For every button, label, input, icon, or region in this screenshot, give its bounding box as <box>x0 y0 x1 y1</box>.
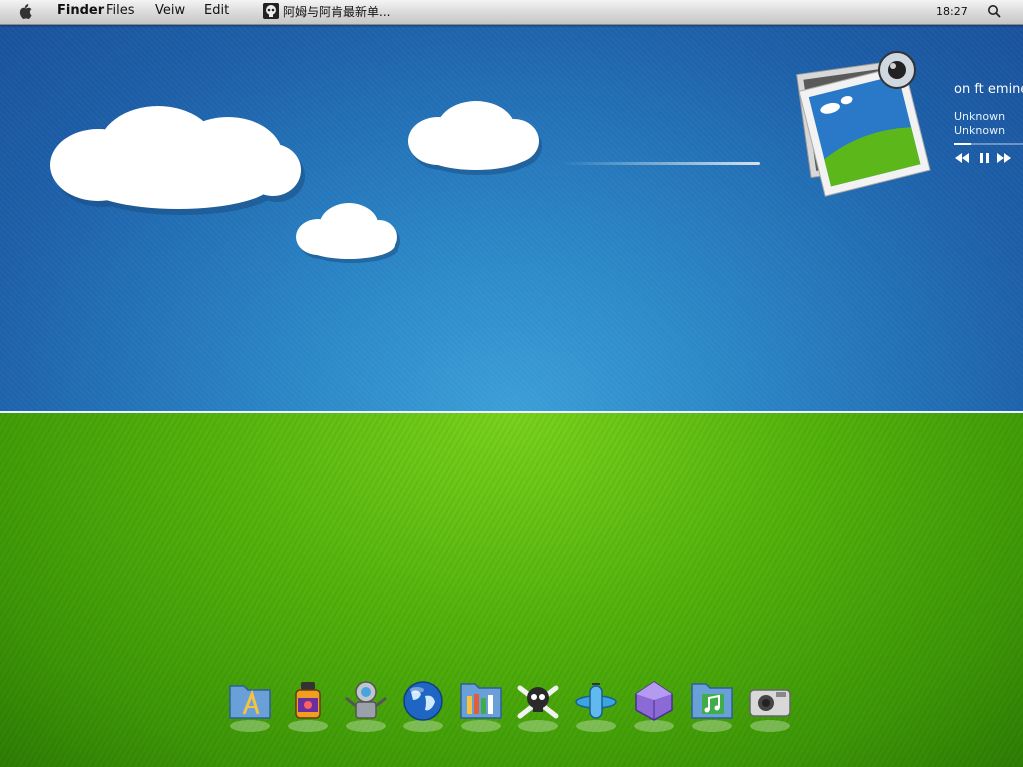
menu-view[interactable]: Veiw <box>155 3 185 19</box>
library-folder-icon[interactable] <box>457 680 507 734</box>
previous-icon[interactable] <box>954 152 970 164</box>
menubar-clock[interactable]: 18:27 <box>936 5 968 18</box>
now-playing-title[interactable]: 阿姆与阿肯最新单... <box>283 3 390 20</box>
desktop-grass <box>0 413 1023 767</box>
plane-trail <box>560 162 760 165</box>
track-progress-fill <box>954 143 972 145</box>
track-progress-bar[interactable] <box>954 143 1023 145</box>
cloud-small <box>296 203 400 263</box>
globe-icon[interactable] <box>399 680 449 734</box>
search-icon[interactable] <box>987 4 1001 18</box>
menu-finder[interactable]: Finder <box>57 3 104 19</box>
album-art-icon[interactable] <box>792 48 932 198</box>
track-artist: Unknown <box>954 110 1006 123</box>
cloud-medium <box>408 101 542 175</box>
camera-icon[interactable] <box>746 680 796 734</box>
menu-files[interactable]: Files <box>106 3 135 19</box>
menu-edit[interactable]: Edit <box>204 3 229 19</box>
robot-icon[interactable] <box>342 680 392 734</box>
next-icon[interactable] <box>996 152 1012 164</box>
applications-folder-icon[interactable] <box>226 680 276 734</box>
music-folder-icon[interactable] <box>688 680 738 734</box>
pause-icon[interactable] <box>977 152 993 164</box>
menu-bar: Finder Files Veiw Edit 阿姆与阿肯最新单... 18:27 <box>0 0 1023 25</box>
apple-icon[interactable] <box>17 3 33 20</box>
track-title: on ft emine <box>954 82 1023 97</box>
potion-bottle-icon[interactable] <box>284 680 334 734</box>
skull-app-icon[interactable] <box>263 3 279 19</box>
purple-gem-icon[interactable] <box>630 680 680 734</box>
track-album: Unknown <box>954 124 1006 137</box>
cloud-large <box>50 106 305 215</box>
skull-crossbones-icon[interactable] <box>514 680 564 734</box>
airplane-icon[interactable] <box>572 680 622 734</box>
